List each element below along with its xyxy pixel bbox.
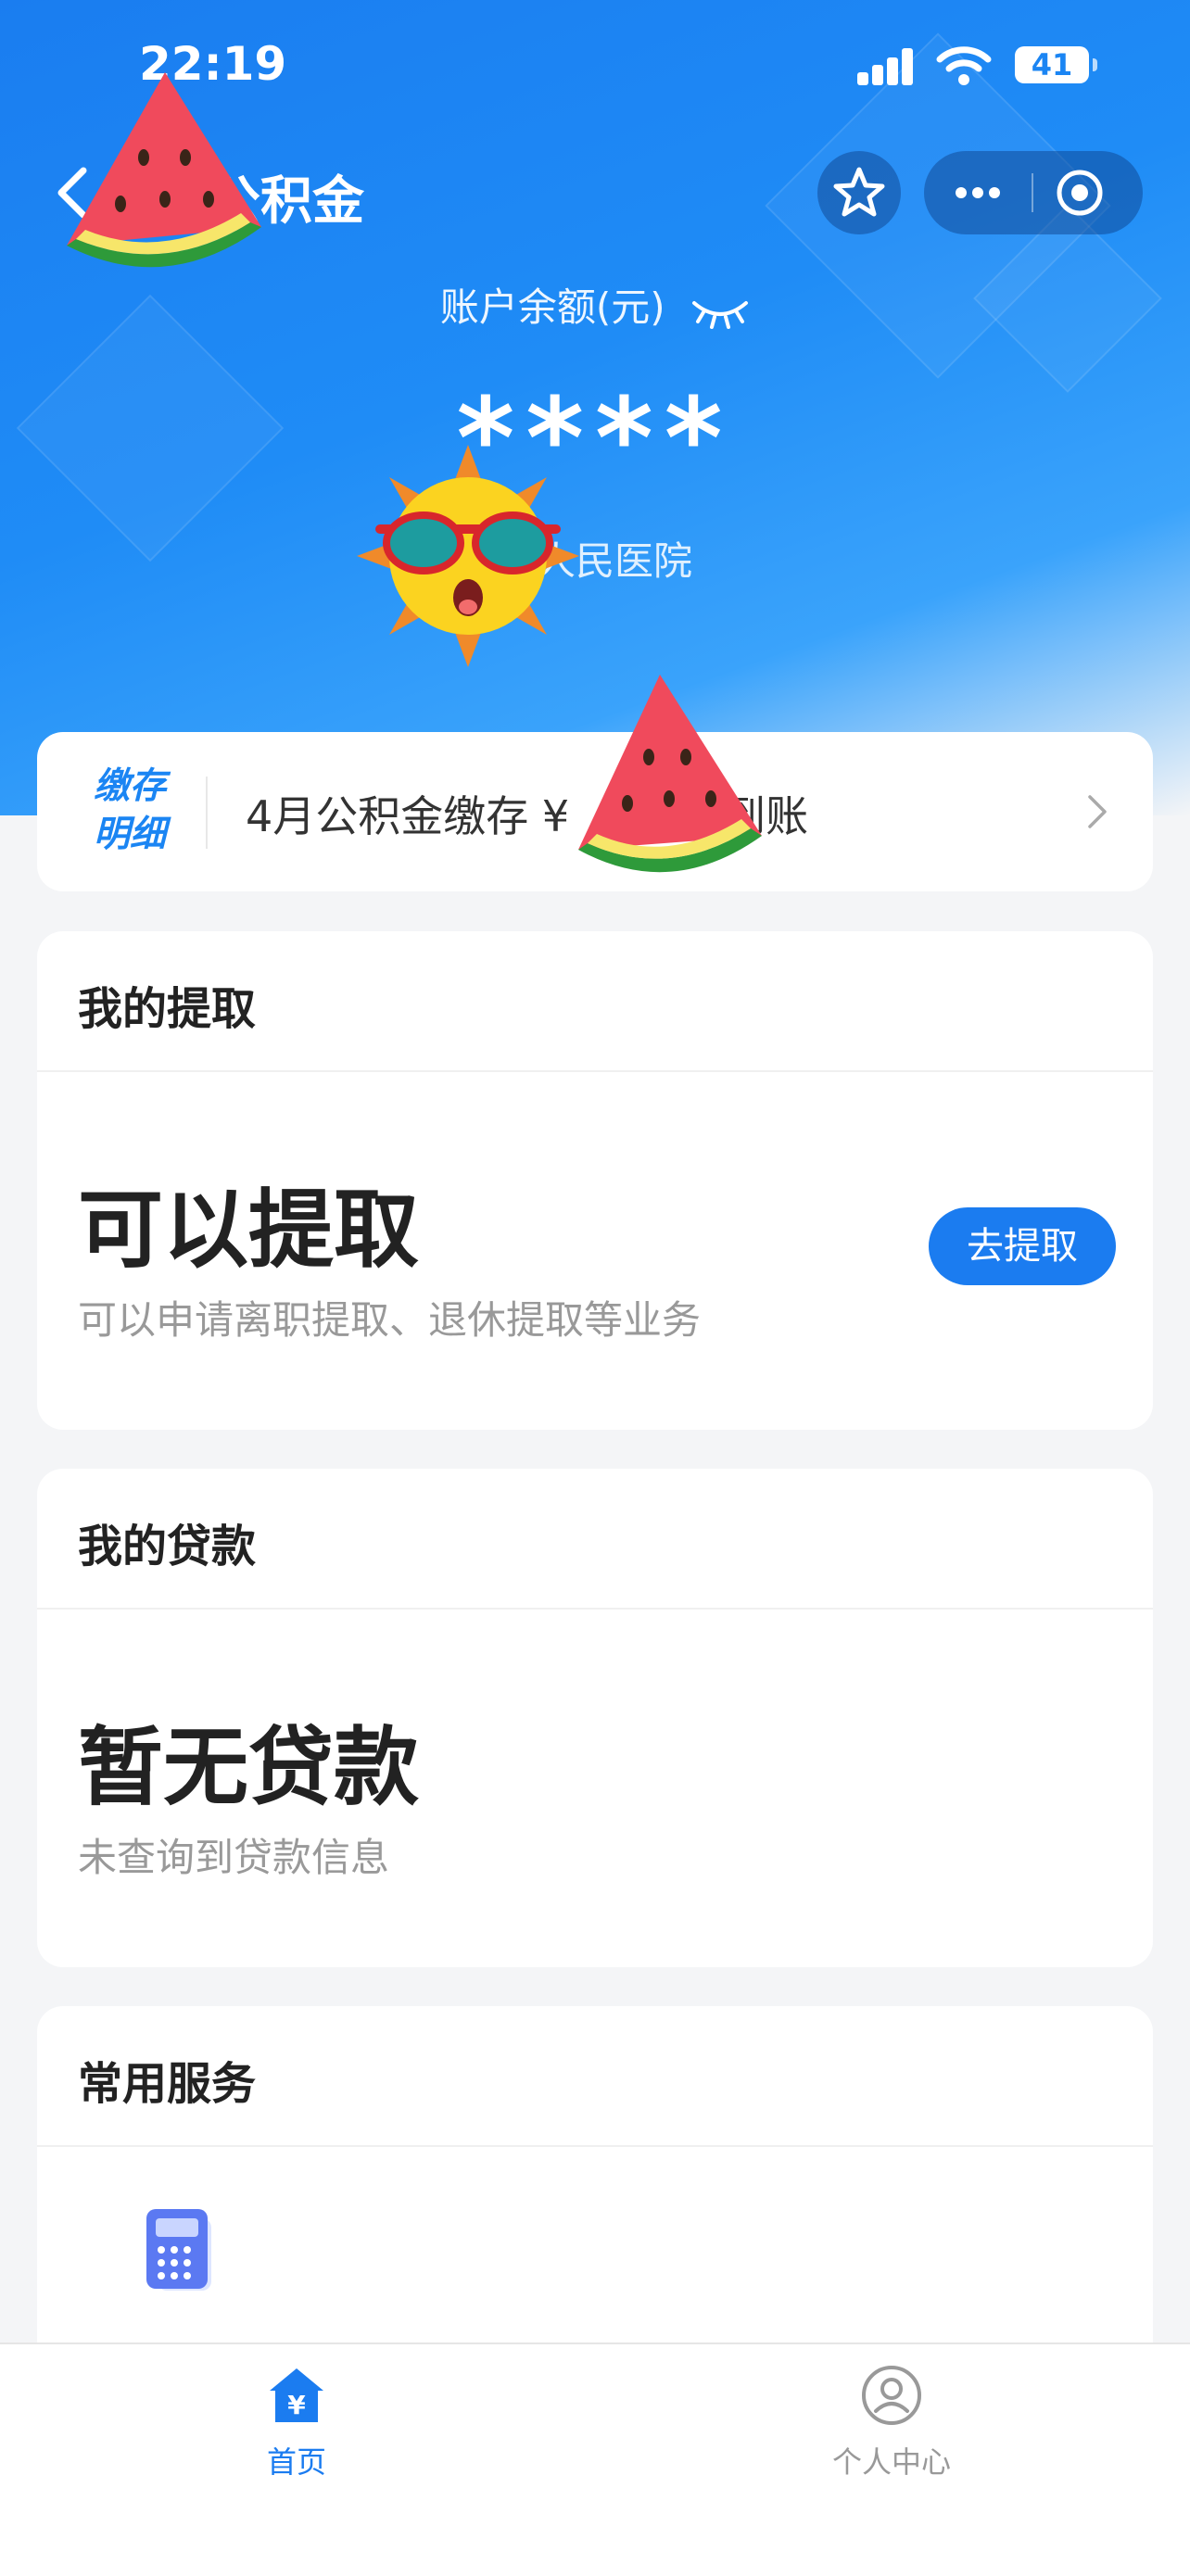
- wifi-icon: [936, 46, 992, 85]
- deposit-detail-badge: 缴存 明细: [83, 763, 176, 859]
- loan-description: 未查询到贷款信息: [78, 1835, 390, 1880]
- loan-header: 我的贷款: [78, 1521, 257, 1572]
- sun-sunglasses-sticker: [357, 445, 579, 667]
- star-icon: [833, 167, 885, 217]
- balance-value: ****: [456, 375, 734, 504]
- badge-line2: 明细: [93, 814, 166, 855]
- go-withdraw-button[interactable]: 去提取: [929, 1207, 1116, 1285]
- battery-indicator: 41: [1015, 46, 1097, 83]
- more-dots-icon[interactable]: [924, 151, 1032, 234]
- withdrawal-header: 我的提取: [78, 983, 257, 1035]
- tab-home-label: 首页: [266, 2444, 326, 2480]
- loan-status: 暂无贷款: [78, 1718, 420, 1817]
- loan-card: 我的贷款 暂无贷款 未查询到贷款信息: [37, 1469, 1153, 1967]
- divider: [37, 2145, 1153, 2147]
- bottom-tab-bar: ¥ 首页 个人中心: [0, 2342, 1190, 2576]
- tab-profile-label: 个人中心: [831, 2444, 951, 2480]
- home-yuan-icon: ¥: [270, 2368, 323, 2422]
- service-item-calculator[interactable]: [139, 2205, 222, 2298]
- badge-line1: 缴存: [93, 765, 166, 807]
- chevron-right-icon: [1088, 795, 1107, 828]
- divider: [37, 1608, 1153, 1610]
- withdrawal-description: 可以申请离职提取、退休提取等业务: [78, 1297, 702, 1343]
- notice-text-before: 4月公积金缴存 ¥: [246, 791, 570, 841]
- divider: [206, 777, 208, 849]
- services-header: 常用服务: [78, 2058, 257, 2110]
- employer-name: 市人民医院: [497, 538, 692, 584]
- withdrawal-card: 我的提取 可以提取 可以申请离职提取、退休提取等业务 去提取: [37, 931, 1153, 1430]
- watermelon-sticker: [578, 675, 762, 873]
- withdrawal-status: 可以提取: [78, 1181, 420, 1280]
- divider: [37, 1070, 1153, 1072]
- user-circle-icon: [862, 2366, 921, 2425]
- close-target-icon[interactable]: [1033, 151, 1143, 234]
- balance-label: 账户余额(元): [439, 284, 665, 330]
- cellular-signal-icon: [857, 48, 915, 85]
- tab-home[interactable]: ¥ 首页: [158, 2363, 436, 2481]
- tab-profile[interactable]: 个人中心: [753, 2363, 1031, 2481]
- favorite-button[interactable]: [817, 151, 901, 234]
- calculator-icon: [146, 2209, 211, 2291]
- svg-text:¥: ¥: [287, 2390, 306, 2420]
- watermelon-sticker: [67, 72, 261, 268]
- eye-closed-icon[interactable]: [690, 292, 750, 329]
- miniprogram-capsule: [924, 151, 1143, 234]
